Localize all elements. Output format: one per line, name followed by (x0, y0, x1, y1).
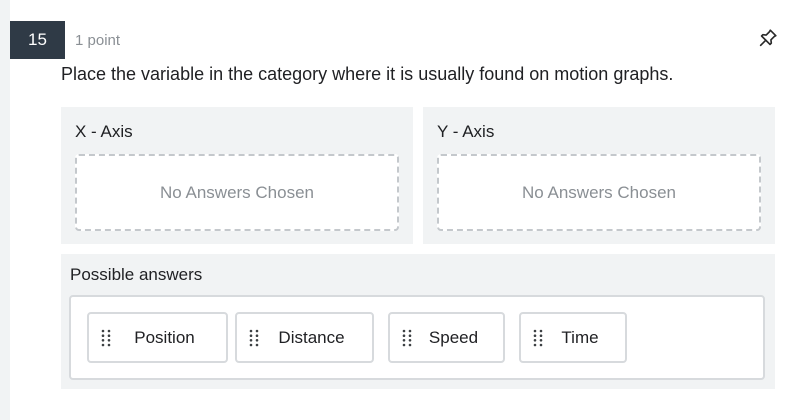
answer-label: Time (561, 327, 599, 347)
answer-chip-time[interactable]: Time (519, 312, 627, 363)
possible-answers-title: Possible answers (70, 265, 203, 284)
answer-chip-speed[interactable]: Speed (388, 312, 505, 363)
answer-chip-position[interactable]: Position (87, 312, 228, 363)
dropzone-placeholder: No Answers Chosen (159, 182, 315, 202)
answer-label: Position (134, 327, 195, 347)
question-card: 15 1 point Place the variable in the cat… (0, 0, 800, 420)
category-y-axis: Y - Axis No Answers Chosen (423, 107, 775, 244)
answer-label: Speed (428, 327, 479, 347)
question-prompt: Place the variable in the category where… (61, 64, 674, 84)
pin-icon[interactable] (757, 27, 779, 49)
question-number-badge: 15 (10, 21, 65, 59)
question-points: 1 point (75, 32, 121, 49)
drag-handle-icon[interactable] (402, 329, 412, 347)
drag-handle-icon[interactable] (533, 329, 543, 347)
drag-handle-icon[interactable] (101, 329, 111, 347)
category-title: Y - Axis (437, 122, 495, 141)
category-title: X - Axis (75, 122, 133, 141)
answer-pool[interactable]: Position Distance Speed Time (69, 295, 765, 380)
drag-handle-icon[interactable] (249, 329, 259, 347)
x-axis-dropzone[interactable]: No Answers Chosen (75, 154, 399, 231)
left-rail (0, 0, 10, 420)
possible-answers-panel: Possible answers Position Distance Speed… (61, 254, 775, 389)
y-axis-dropzone[interactable]: No Answers Chosen (437, 154, 761, 231)
category-x-axis: X - Axis No Answers Chosen (61, 107, 413, 244)
answer-chip-distance[interactable]: Distance (235, 312, 374, 363)
dropzone-placeholder: No Answers Chosen (521, 182, 677, 202)
answer-label: Distance (278, 327, 345, 347)
